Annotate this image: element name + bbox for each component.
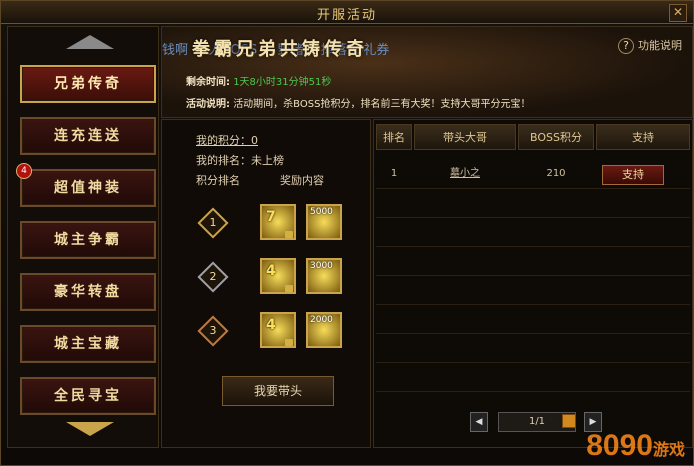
notification-badge: 4: [16, 163, 32, 179]
my-points[interactable]: 我的积分：0: [196, 132, 258, 148]
header-support: 支持: [596, 124, 690, 150]
table-row: [376, 363, 690, 392]
sidebar-item-recharge-bonus[interactable]: 连充连送: [20, 117, 156, 155]
table-header: 排名 带头大哥 BOSS积分 支持: [376, 124, 690, 150]
title-bar: 开服活动 ✕: [1, 1, 693, 24]
gold-ingot-icon[interactable]: 3000: [306, 258, 342, 294]
gold-ingot-icon[interactable]: 5000: [306, 204, 342, 240]
item-count: 4: [266, 263, 276, 279]
gold-ingot-icon[interactable]: 2000: [306, 312, 342, 348]
time-label: 剩余时间:: [186, 77, 230, 88]
prev-page-button[interactable]: ◀: [470, 412, 488, 432]
lock-icon: [285, 339, 293, 346]
item-count: 7: [266, 209, 276, 225]
sidebar-item-treasure-hunt[interactable]: 全民寻宝: [20, 377, 156, 415]
desc-value: 活动期间，杀BOSS抢积分，排名前三有大奖！支持大哥平分元宝！: [233, 99, 531, 110]
rank-column-label: 积分排名: [196, 174, 240, 187]
time-value: 1天8小时31分钟51秒: [233, 77, 332, 88]
leaderboard-table: 排名 带头大哥 BOSS积分 支持 1 墓小之 210 支持 ◀ 1/1 ▶: [373, 119, 693, 448]
reward-chest-icon[interactable]: 4: [260, 258, 296, 294]
reward-chest-icon[interactable]: 7: [260, 204, 296, 240]
window-title: 开服活动: [316, 8, 377, 23]
question-icon: ?: [618, 38, 634, 54]
row-leader-name[interactable]: 墓小之: [414, 160, 516, 188]
rank-2-badge: 2: [197, 261, 229, 293]
header-boss-points: BOSS积分: [518, 124, 594, 150]
sidebar-item-brothers-legend[interactable]: 兄弟传奇: [20, 65, 156, 103]
gold-amount: 3000: [310, 261, 333, 271]
table-row: [376, 247, 690, 276]
lead-button[interactable]: 我要带头: [222, 376, 334, 406]
help-link[interactable]: ? 功能说明: [618, 37, 682, 54]
table-row: [376, 218, 690, 247]
site-watermark-logo: 8090游戏: [586, 429, 685, 462]
rank-3-badge: 3: [197, 315, 229, 347]
my-rank: 我的排名：未上榜: [196, 154, 284, 167]
page-dropdown-icon[interactable]: [562, 414, 576, 428]
activity-window: 开服活动 ✕ 4 兄弟传奇 连充连送 超值神装 城主争霸 豪华转盘 城主宝藏 全…: [0, 0, 694, 466]
header-rank: 排名: [376, 124, 412, 150]
table-row: [376, 305, 690, 334]
sidebar-item-luxury-wheel[interactable]: 豪华转盘: [20, 273, 156, 311]
rank-1-badge: 1: [197, 207, 229, 239]
support-button[interactable]: 支持: [602, 165, 664, 185]
reward-chest-icon[interactable]: 4: [260, 312, 296, 348]
lock-icon: [285, 231, 293, 238]
desc-label: 活动说明:: [186, 99, 230, 110]
help-label: 功能说明: [638, 39, 682, 52]
gold-amount: 2000: [310, 315, 333, 325]
activity-sidebar: 4 兄弟传奇 连充连送 超值神装 城主争霸 豪华转盘 城主宝藏 全民寻宝: [7, 26, 159, 448]
event-description: 活动说明: 活动期间，杀BOSS抢积分，排名前三有大奖！支持大哥平分元宝！: [186, 95, 530, 110]
sidebar-item-lord-battle[interactable]: 城主争霸: [20, 221, 156, 259]
gold-amount: 5000: [310, 207, 333, 217]
scroll-down-arrow-icon[interactable]: [66, 422, 114, 436]
rewards-panel: 我的积分：0 我的排名：未上榜 积分排名 奖励内容 1 7 5000 2 4 3…: [161, 119, 371, 448]
row-rank: 1: [390, 168, 398, 179]
event-banner: 钱啊 ... 人BOSS ... 野猪王 掉落50礼券 拳霸兄弟共铸传奇 ? 功能…: [161, 26, 693, 118]
scroll-up-arrow-icon[interactable]: [66, 35, 114, 49]
table-row: [376, 334, 690, 363]
item-count: 4: [266, 317, 276, 333]
table-row: [376, 189, 690, 218]
sidebar-item-value-gear[interactable]: 超值神装: [20, 169, 156, 207]
event-title: 拳霸兄弟共铸传奇: [192, 39, 368, 60]
remaining-time: 剩余时间: 1天8小时31分钟51秒: [186, 73, 331, 88]
table-row: 1 墓小之 210 支持: [376, 160, 690, 189]
sidebar-item-lord-treasure[interactable]: 城主宝藏: [20, 325, 156, 363]
reward-column-label: 奖励内容: [280, 174, 324, 187]
table-row: [376, 276, 690, 305]
row-points: 210: [546, 168, 566, 179]
lock-icon: [285, 285, 293, 292]
close-button[interactable]: ✕: [669, 4, 687, 22]
header-leader: 带头大哥: [414, 124, 516, 150]
